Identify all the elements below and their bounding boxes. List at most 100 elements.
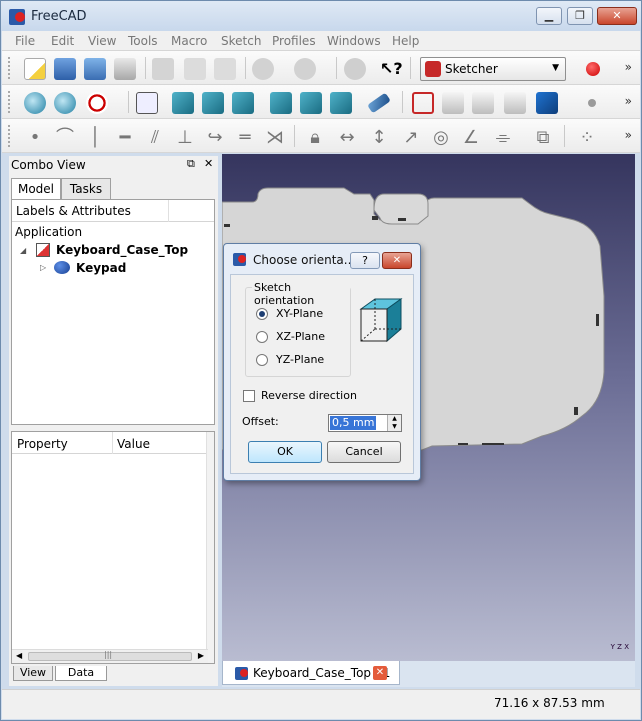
value-column-header[interactable]: Value <box>117 437 150 451</box>
whats-this-icon[interactable]: ↖? <box>380 58 403 80</box>
column-divider[interactable] <box>112 432 113 454</box>
menu-profiles[interactable]: Profiles <box>272 34 316 48</box>
yz-plane-label[interactable]: YZ-Plane <box>276 353 324 366</box>
radio-xz-plane[interactable] <box>256 331 268 343</box>
record-macro-icon[interactable] <box>586 62 600 76</box>
cancel-button[interactable]: Cancel <box>327 441 401 463</box>
document-tab[interactable]: Keyboard_Case_Top : 1 ✕ <box>222 661 400 685</box>
print-icon[interactable] <box>114 58 136 80</box>
toolbar-grip[interactable] <box>8 57 12 79</box>
radio-yz-plane[interactable] <box>256 354 268 366</box>
view-sketch-icon[interactable] <box>504 92 526 114</box>
minimize-button[interactable]: ▁ <box>536 7 562 25</box>
right-view-icon[interactable] <box>232 92 254 114</box>
isometric-view-icon[interactable] <box>136 92 158 114</box>
fit-all-icon[interactable] <box>24 92 46 114</box>
new-sketch-icon[interactable] <box>412 92 434 114</box>
top-view-icon[interactable] <box>202 92 224 114</box>
new-document-icon[interactable] <box>24 58 46 80</box>
fit-selection-icon[interactable] <box>54 92 76 114</box>
toolbar-overflow-button[interactable]: » <box>625 60 632 74</box>
save-icon[interactable] <box>84 58 106 80</box>
rear-view-icon[interactable] <box>270 92 292 114</box>
ok-button[interactable]: OK <box>248 441 322 463</box>
paste-icon[interactable] <box>214 58 236 80</box>
toolbar-overflow-button[interactable]: » <box>625 94 632 108</box>
menu-windows[interactable]: Windows <box>327 34 381 48</box>
spin-down-icon[interactable]: ▼ <box>388 423 401 431</box>
parallel-icon[interactable]: ⫽ <box>144 127 166 149</box>
menu-file[interactable]: File <box>15 34 35 48</box>
menu-help[interactable]: Help <box>392 34 419 48</box>
tab-model[interactable]: Model <box>11 178 61 200</box>
column-divider[interactable] <box>168 200 169 222</box>
menu-edit[interactable]: Edit <box>51 34 74 48</box>
snell-icon[interactable]: ⌯ <box>492 127 514 149</box>
validate-sketch-icon[interactable] <box>536 92 558 114</box>
open-folder-icon[interactable] <box>54 58 76 80</box>
offset-spinbox[interactable]: 0,5 mm ▲ ▼ <box>328 414 402 432</box>
spin-up-icon[interactable]: ▲ <box>388 415 401 423</box>
undo-icon[interactable] <box>252 58 274 80</box>
vertical-scrollbar[interactable] <box>206 432 214 663</box>
line-icon[interactable]: ━ <box>114 127 136 149</box>
sketch-point-icon[interactable] <box>588 99 596 107</box>
xz-plane-label[interactable]: XZ-Plane <box>276 330 325 343</box>
perpendicular-icon[interactable]: ⊥ <box>174 127 196 149</box>
draw-style-icon[interactable] <box>86 92 108 114</box>
measure-distance-icon[interactable] <box>367 92 391 114</box>
vertical-distance-icon[interactable]: ↕ <box>368 127 390 149</box>
angle-icon[interactable]: ∠ <box>460 127 482 149</box>
collapse-arrow-icon[interactable]: ◢ <box>20 246 26 255</box>
close-window-button[interactable]: ✕ <box>597 7 637 25</box>
front-view-icon[interactable] <box>172 92 194 114</box>
toolbar-grip[interactable] <box>8 91 12 113</box>
property-column-header[interactable]: Property <box>17 437 68 451</box>
tab-tasks[interactable]: Tasks <box>61 178 111 199</box>
lock-icon[interactable]: 🔒︎ <box>304 127 326 149</box>
radio-xy-plane[interactable] <box>256 308 268 320</box>
maximize-button[interactable]: ❐ <box>567 7 593 25</box>
point-icon[interactable]: • <box>24 127 46 149</box>
horizontal-scrollbar[interactable]: ◀ ||| ▶ <box>12 649 208 663</box>
xy-plane-label[interactable]: XY-Plane <box>276 307 323 320</box>
reverse-direction-checkbox[interactable] <box>243 390 255 402</box>
menu-macro[interactable]: Macro <box>171 34 207 48</box>
scroll-left-icon[interactable]: ◀ <box>16 651 22 660</box>
title-bar[interactable]: FreeCAD ▁ ❐ ✕ <box>1 1 641 31</box>
redo-icon[interactable] <box>294 58 316 80</box>
radius-icon[interactable]: ◎ <box>430 127 452 149</box>
tab-data[interactable]: Data <box>55 666 107 681</box>
select-constraints-icon[interactable]: ⁘ <box>576 127 598 149</box>
vertical-line-icon[interactable]: │ <box>84 127 106 149</box>
tab-view[interactable]: View <box>13 666 53 681</box>
refresh-icon[interactable] <box>344 58 366 80</box>
arc-icon[interactable]: ⌒ <box>54 127 76 149</box>
help-button[interactable]: ? <box>350 252 380 269</box>
copy-icon[interactable] <box>184 58 206 80</box>
left-view-icon[interactable] <box>330 92 352 114</box>
symmetric-icon[interactable]: ⋊ <box>264 127 286 149</box>
tree-item-document[interactable]: Keyboard_Case_Top <box>56 243 188 257</box>
close-dialog-button[interactable]: ✕ <box>382 252 412 269</box>
distance-icon[interactable]: ↗ <box>400 127 422 149</box>
menu-view[interactable]: View <box>88 34 116 48</box>
tree-item-keypad[interactable]: Keypad <box>76 261 126 275</box>
cut-icon[interactable] <box>152 58 174 80</box>
close-tab-icon[interactable]: ✕ <box>373 666 387 680</box>
scroll-right-icon[interactable]: ▶ <box>198 651 204 660</box>
reverse-direction-label[interactable]: Reverse direction <box>261 389 357 402</box>
tangent-icon[interactable]: ↪ <box>204 127 226 149</box>
leave-sketch-icon[interactable] <box>472 92 494 114</box>
toolbar-overflow-button[interactable]: » <box>625 128 632 142</box>
menu-tools[interactable]: Tools <box>128 34 158 48</box>
equal-icon[interactable]: ═ <box>234 127 256 149</box>
bottom-view-icon[interactable] <box>300 92 322 114</box>
horizontal-distance-icon[interactable]: ↔ <box>336 127 358 149</box>
toggle-constraint-icon[interactable]: ⧉ <box>532 127 554 149</box>
workbench-selector[interactable]: Sketcher ▼ <box>420 57 566 81</box>
toolbar-grip[interactable] <box>8 125 12 147</box>
menu-sketch[interactable]: Sketch <box>221 34 261 48</box>
tree-root-application[interactable]: Application <box>15 225 82 239</box>
map-sketch-icon[interactable] <box>442 92 464 114</box>
